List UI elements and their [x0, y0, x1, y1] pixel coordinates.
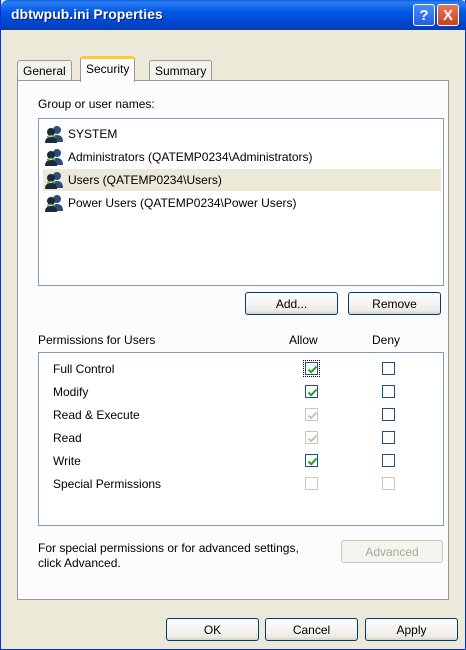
list-item-label: SYSTEM — [68, 127, 118, 141]
users-group-icon — [43, 148, 65, 166]
help-button[interactable]: ? — [413, 4, 435, 26]
list-item-label: Power Users (QATEMP0234\Power Users) — [68, 196, 297, 210]
users-group-icon — [43, 125, 65, 143]
list-item[interactable]: Administrators (QATEMP0234\Administrator… — [43, 146, 441, 168]
tab-security[interactable]: Security — [80, 56, 136, 82]
permission-name: Full Control — [53, 362, 115, 376]
group-names-label: Group or user names: — [38, 97, 155, 111]
add-button[interactable]: Add... — [245, 292, 338, 315]
close-icon: X — [442, 6, 453, 24]
permissions-label: Permissions for Users — [38, 333, 156, 347]
users-group-icon — [43, 171, 65, 189]
properties-dialog: dbtwpub.ini Properties ? X General Secur… — [0, 0, 466, 650]
permissions-list: Full Control Modify Read & Execute Read … — [38, 352, 444, 526]
close-button[interactable]: X — [437, 4, 459, 26]
list-item-label: Administrators (QATEMP0234\Administrator… — [68, 150, 313, 164]
deny-checkbox[interactable] — [382, 408, 395, 421]
deny-header: Deny — [372, 333, 401, 347]
allow-header: Allow — [289, 333, 318, 347]
allow-checkbox[interactable] — [305, 385, 318, 398]
permission-row-special: Special Permissions — [39, 474, 443, 496]
ok-button[interactable]: OK — [166, 618, 259, 641]
list-item[interactable]: SYSTEM — [43, 123, 441, 145]
title-bar[interactable]: dbtwpub.ini Properties ? X — [1, 0, 466, 30]
tab-general[interactable]: General — [17, 60, 72, 81]
allow-checkbox — [305, 477, 318, 490]
permission-name: Special Permissions — [53, 477, 162, 491]
deny-checkbox[interactable] — [382, 362, 395, 375]
allow-checkbox — [305, 431, 318, 444]
permission-row-write: Write — [39, 451, 443, 473]
permission-name: Read — [53, 431, 82, 445]
advanced-button[interactable]: Advanced — [341, 540, 443, 563]
list-item-label: Users (QATEMP0234\Users) — [68, 173, 222, 187]
deny-checkbox[interactable] — [382, 431, 395, 444]
list-item[interactable]: Power Users (QATEMP0234\Power Users) — [43, 192, 441, 214]
remove-button[interactable]: Remove — [348, 292, 441, 315]
tab-summary[interactable]: Summary — [149, 60, 213, 81]
group-user-list[interactable]: SYSTEM Administrators (QATEMP0234\Admini… — [38, 118, 444, 286]
users-group-icon — [43, 194, 65, 212]
list-item-selected[interactable]: Users (QATEMP0234\Users) — [43, 169, 441, 191]
help-icon: ? — [419, 6, 429, 24]
apply-button[interactable]: Apply — [365, 618, 458, 641]
deny-checkbox[interactable] — [382, 454, 395, 467]
permission-name: Modify — [53, 385, 89, 399]
cancel-button[interactable]: Cancel — [265, 618, 358, 641]
advanced-note-line1: For special permissions or for advanced … — [38, 541, 299, 555]
permission-name: Write — [53, 454, 81, 468]
permission-row-read: Read — [39, 428, 443, 450]
deny-checkbox — [382, 477, 395, 490]
permission-name: Read & Execute — [53, 408, 140, 422]
allow-checkbox[interactable] — [305, 454, 318, 467]
allow-checkbox[interactable] — [303, 360, 320, 377]
permission-row-read-execute: Read & Execute — [39, 405, 443, 427]
permission-row-full-control: Full Control — [39, 359, 443, 381]
window-title: dbtwpub.ini Properties — [11, 6, 163, 22]
advanced-note-line2: click Advanced. — [38, 556, 121, 570]
permission-row-modify: Modify — [39, 382, 443, 404]
allow-checkbox — [305, 408, 318, 421]
deny-checkbox[interactable] — [382, 385, 395, 398]
